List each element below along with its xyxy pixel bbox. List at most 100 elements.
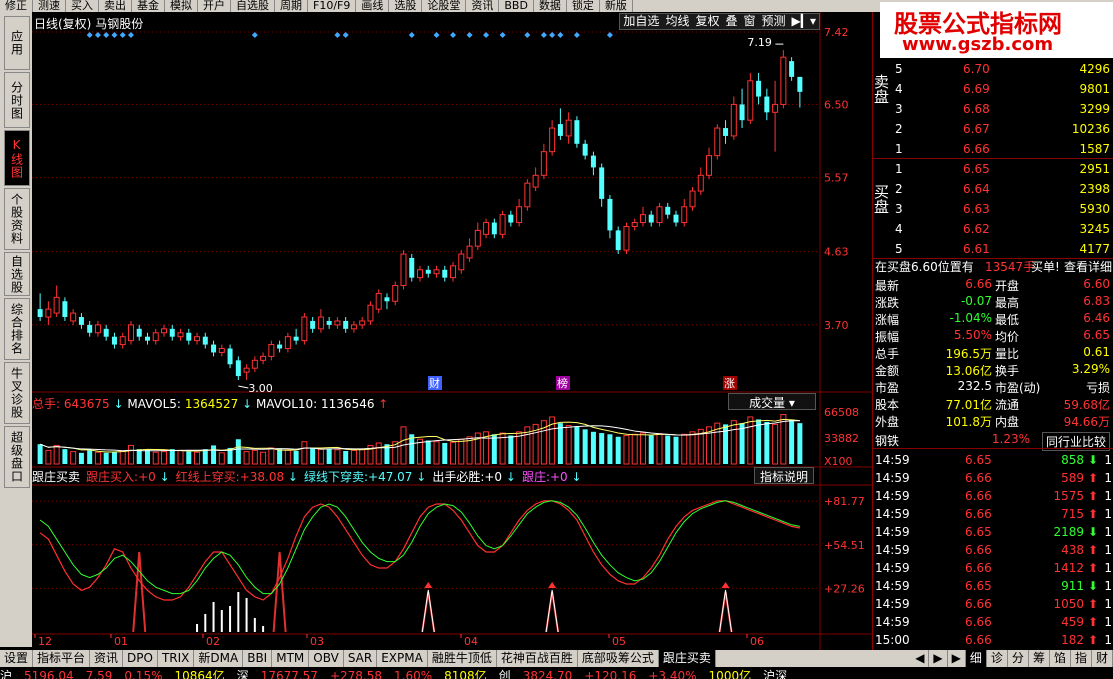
bottom-tab[interactable]: 指标平台	[33, 650, 91, 667]
left-tab-3[interactable]: 个股资料	[4, 188, 30, 250]
indicator-bar	[229, 606, 232, 632]
right-bottom-tab[interactable]: 细	[965, 650, 987, 667]
indicator-bar	[237, 592, 240, 632]
volume-bar	[450, 441, 457, 465]
bottom-tab[interactable]: 资讯	[90, 650, 124, 667]
volume-type-select[interactable]: 成交量 ▾	[728, 393, 816, 410]
high-price-label: 7.19	[747, 36, 772, 49]
stat-value: 0.61	[1083, 345, 1110, 359]
toolbar-button[interactable]: 窗	[740, 14, 758, 29]
menu-item[interactable]: 模拟	[165, 0, 198, 12]
left-tab-7[interactable]: 超级盘口	[4, 426, 30, 488]
tick-time: 14:59	[875, 471, 910, 485]
volume-bar	[251, 449, 258, 465]
right-bottom-tab[interactable]: 馅	[1050, 650, 1071, 667]
menu-item[interactable]: 修正	[0, 0, 33, 12]
toolbar-button[interactable]: 叠	[722, 14, 740, 29]
menu-item[interactable]: 测速	[33, 0, 66, 12]
menu-item[interactable]: 自选股	[231, 0, 275, 12]
menu-item[interactable]: 资讯	[466, 0, 500, 12]
candle-body	[656, 206, 663, 224]
scroll-left-icon[interactable]: ◀	[911, 650, 930, 667]
indicator-item-label: 跟庄买入:	[86, 470, 139, 484]
candle-body	[186, 332, 192, 341]
candle-body	[127, 324, 134, 342]
candle-body	[466, 245, 473, 259]
menu-item[interactable]: 锁定	[567, 0, 600, 12]
bottom-tab[interactable]: 设置	[0, 650, 34, 667]
menu-item[interactable]: 数据	[534, 0, 567, 12]
tick-count: 1	[1104, 561, 1112, 575]
left-tab-5[interactable]: 综合排名	[4, 298, 30, 360]
bottom-tab[interactable]: 融胜牛顶低	[428, 650, 497, 667]
right-bottom-tab[interactable]: 指	[1071, 650, 1092, 667]
bottom-tab[interactable]: EXPMA	[377, 650, 428, 667]
quote-row: 3 6.63 5930	[873, 200, 1113, 220]
indicator-red-line	[39, 500, 800, 601]
candle-body	[417, 269, 423, 279]
tick-count: 1	[1104, 453, 1112, 467]
toolbar-button[interactable]: 均线	[662, 14, 692, 29]
left-tab-1[interactable]: 分时图	[4, 72, 30, 128]
candle-body	[524, 182, 531, 208]
right-bottom-tab[interactable]: 财	[1092, 650, 1113, 667]
left-tab-0[interactable]: 应用	[4, 16, 30, 70]
bottom-tab[interactable]: DPO	[123, 650, 158, 667]
bottom-tab[interactable]: TRIX	[158, 650, 195, 667]
quote-row: 1 6.66 1587	[873, 140, 1113, 160]
candle-body	[326, 320, 332, 325]
menu-item[interactable]: 论股堂	[422, 0, 467, 12]
scroll-right-icon[interactable]: ▶	[929, 650, 948, 667]
volume-bar	[45, 449, 52, 465]
left-tab-6[interactable]: 牛叉诊股	[4, 362, 30, 424]
quote-row: 4 6.69 9801	[873, 80, 1113, 100]
menu-item[interactable]: 卖出	[99, 0, 132, 12]
menu-item[interactable]: 周期	[275, 0, 308, 12]
toolbar-button[interactable]: 复权	[692, 14, 722, 29]
chart-canvas[interactable]: 7.42 6.50 5.57 4.63 3.70 7.19 3.00 财 榜 涨 66508 3388…	[32, 12, 872, 650]
menu-item[interactable]: F10/F9	[308, 0, 357, 12]
menu-item[interactable]: 画线	[356, 0, 390, 12]
right-bottom-tab[interactable]: 诊	[987, 650, 1008, 667]
indicator-spike	[718, 591, 733, 633]
candle-body	[723, 128, 729, 136]
toolbar-expand-icon[interactable]: ▶▎▾	[789, 14, 819, 29]
bottom-tab[interactable]: OBV	[309, 650, 344, 667]
menu-item[interactable]: BBD	[499, 0, 534, 12]
bottom-tab[interactable]: 新DMA	[194, 650, 244, 667]
signal-diamond-icon	[606, 32, 613, 38]
indicator-item-label: 绿线下穿卖:	[303, 470, 369, 484]
kline-chart-area[interactable]: 7.42 6.50 5.57 4.63 3.70 7.19 3.00 财 榜 涨 66508 3388…	[32, 12, 872, 650]
order-level: 5	[895, 62, 903, 76]
indicator-arrow-icon: ↓	[502, 470, 516, 484]
menu-item[interactable]: 开户	[198, 0, 231, 12]
menu-item[interactable]: 新版	[600, 0, 633, 12]
right-bottom-tab[interactable]: 筹	[1029, 650, 1050, 667]
bottom-tab[interactable]: 花神百战百胜	[497, 650, 578, 667]
candle-body	[442, 269, 448, 278]
volume-bar	[557, 423, 563, 464]
scroll-right-icon[interactable]: ▶	[948, 650, 966, 667]
candle-body	[639, 214, 646, 224]
left-tab-4[interactable]: 自选股	[4, 252, 30, 296]
volume-bar	[119, 450, 126, 465]
bottom-tab[interactable]: BBI	[243, 650, 273, 667]
view-detail-link[interactable]: 查看详细	[1064, 258, 1112, 275]
indicator-help-button[interactable]: 指标说明	[754, 467, 814, 484]
toolbar-button[interactable]: 预测	[759, 14, 789, 29]
toolbar-button[interactable]: 加自选	[620, 14, 662, 29]
signal-diamond-icon	[334, 32, 341, 38]
bottom-tab[interactable]: SAR	[344, 650, 378, 667]
menu-item[interactable]: 选股	[389, 0, 423, 12]
bottom-tab[interactable]: MTM	[272, 650, 310, 667]
month-axis-label: 03	[310, 635, 324, 648]
right-bottom-tab[interactable]: 分	[1008, 650, 1029, 667]
left-tab-2[interactable]: K线图	[4, 130, 30, 186]
menu-item[interactable]: 买入	[66, 0, 99, 12]
menu-item[interactable]: 基金	[132, 0, 165, 12]
bottom-tab[interactable]: 底部吸筹公式	[578, 650, 659, 667]
volume-bar	[301, 441, 308, 465]
stat-value: 3.29%	[1071, 362, 1110, 376]
bottom-tab[interactable]: 跟庄买卖	[658, 650, 716, 667]
candle-body	[103, 328, 109, 337]
